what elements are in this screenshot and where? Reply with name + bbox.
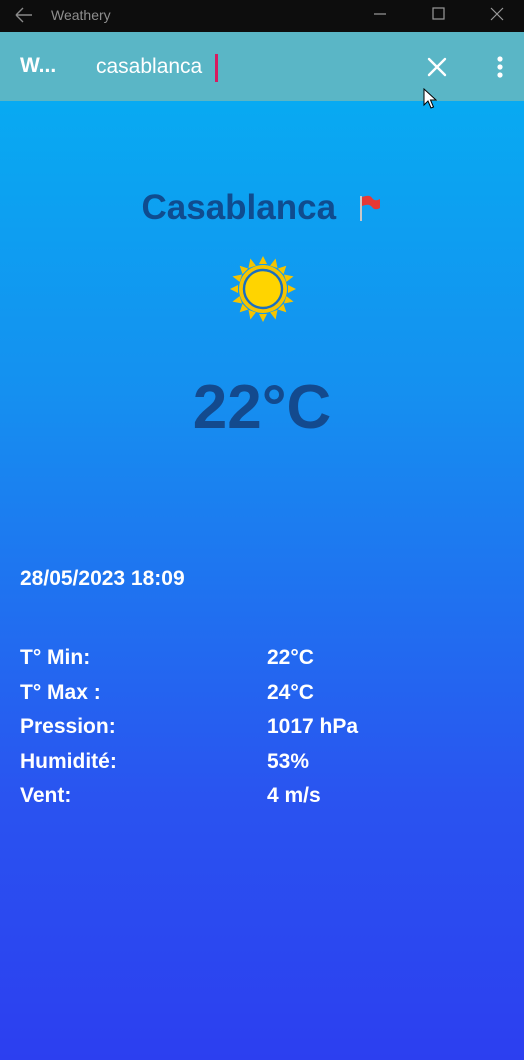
overflow-menu-button[interactable] bbox=[486, 52, 514, 82]
minimize-button[interactable] bbox=[362, 2, 398, 28]
detail-row-wind: Vent: 4 m/s bbox=[20, 782, 500, 817]
close-window-button[interactable] bbox=[479, 2, 515, 28]
maximize-icon bbox=[432, 7, 445, 20]
current-temperature: 22°C bbox=[192, 373, 332, 442]
detail-row-pressure: Pression: 1017 hPa bbox=[20, 713, 500, 748]
app-window: Weathery W... casablanca Casablanca 22°C… bbox=[0, 0, 524, 1060]
detail-value: 4 m/s bbox=[267, 784, 321, 807]
weather-details: T° Min: 22°C T° Max : 24°C Pression: 101… bbox=[20, 644, 500, 817]
detail-label: T° Min: bbox=[20, 646, 91, 669]
text-caret bbox=[215, 54, 218, 82]
close-icon bbox=[427, 57, 447, 77]
red-flag-icon bbox=[357, 193, 383, 223]
detail-value: 1017 hPa bbox=[267, 715, 359, 738]
search-input[interactable] bbox=[96, 50, 396, 84]
maximize-button[interactable] bbox=[420, 2, 456, 28]
city-header: Casablanca bbox=[0, 188, 524, 232]
more-vertical-icon bbox=[497, 56, 503, 78]
detail-row-humidity: Humidité: 53% bbox=[20, 748, 500, 783]
mouse-pointer-icon bbox=[423, 87, 438, 110]
weather-screen: W... Casablanca bbox=[0, 32, 524, 1060]
minimize-icon bbox=[374, 13, 386, 15]
detail-label: Humidité: bbox=[20, 749, 117, 773]
sun-icon bbox=[228, 254, 298, 324]
app-title: W... bbox=[20, 54, 57, 77]
detail-row-min: T° Min: 22°C bbox=[20, 644, 500, 679]
clear-search-button[interactable] bbox=[422, 52, 452, 82]
detail-value: 24°C bbox=[267, 680, 314, 704]
detail-value: 22°C bbox=[267, 646, 314, 669]
detail-value: 53% bbox=[267, 749, 310, 773]
window-title: Weathery bbox=[51, 7, 111, 23]
detail-row-max: T° Max : 24°C bbox=[20, 679, 500, 714]
detail-label: Vent: bbox=[20, 784, 72, 807]
app-bar: W... bbox=[0, 32, 524, 101]
city-name: Casablanca bbox=[141, 188, 337, 227]
title-bar: Weathery bbox=[0, 0, 524, 32]
close-icon bbox=[490, 7, 504, 21]
detail-label: T° Max : bbox=[20, 680, 101, 704]
arrow-left-icon[interactable] bbox=[12, 4, 36, 26]
detail-label: Pression: bbox=[20, 715, 116, 738]
observation-datetime: 28/05/2023 18:09 bbox=[20, 567, 185, 590]
